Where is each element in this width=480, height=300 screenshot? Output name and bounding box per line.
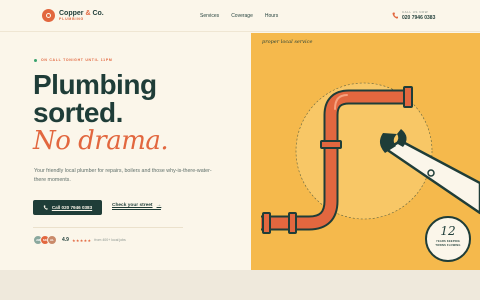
headline-line-2: sorted. [33,97,123,128]
arrow-right-icon: → [156,203,162,208]
phone-icon [392,12,398,19]
avatar: AL [47,235,57,245]
nav-hours[interactable]: Hours [265,13,278,19]
oncall-text: ON CALL TONIGHT UNTIL 11PM [41,58,113,62]
hero-content: ON CALL TONIGHT UNTIL 11PM Plumbing sort… [0,33,251,270]
headline-line-3: No drama. [33,126,169,156]
star-rating-icon: ★★★★★ [71,237,92,243]
hero-lede: Your friendly local plumber for repairs,… [34,168,212,183]
brand-name: Copper & Co. [59,9,104,17]
header-call[interactable]: CALL US NOW 020 7946 0383 [392,10,435,21]
rating-value: 4.9 [62,237,69,243]
oncall-status: ON CALL TONIGHT UNTIL 11PM [34,58,112,62]
next-section-strip [0,270,480,300]
phone-icon [43,205,48,210]
reviews-count: from 400+ local jobs [94,238,126,242]
main-nav: Services Coverage Hours [200,13,278,19]
call-label: CALL US NOW [402,10,429,14]
avatar-group: JM SK AL [33,235,57,245]
years-badge: 12 YEARS KEEPING TOWNS FLOWING [425,216,471,262]
trust-row: JM SK AL 4.9 ★★★★★ from 400+ local jobs [33,235,126,245]
nav-coverage[interactable]: Coverage [231,13,253,19]
brand-subtitle: PLUMBING [59,16,85,21]
call-number: 020 7946 0383 [402,15,436,21]
hero-illustration: proper local service 12 YEARS KEEPING TO… [251,33,480,270]
status-dot-icon [34,58,37,62]
check-street-label: Check your street [112,203,153,208]
badge-number: 12 [440,224,456,238]
check-street-link[interactable]: Check your street → [112,203,162,210]
brand-logo[interactable]: Copper & Co. PLUMBING [42,9,104,22]
headline-line-1: Plumbing [33,69,157,100]
call-button[interactable]: Call 020 7946 0383 [33,200,102,215]
call-button-label: Call 020 7946 0383 [51,205,93,210]
badge-line-2: TOWNS FLOWING [435,244,461,247]
nav-services[interactable]: Services [200,13,219,19]
site-header: Copper & Co. PLUMBING Services Coverage … [0,0,480,32]
divider [33,227,183,228]
logo-mark-icon [42,9,55,22]
